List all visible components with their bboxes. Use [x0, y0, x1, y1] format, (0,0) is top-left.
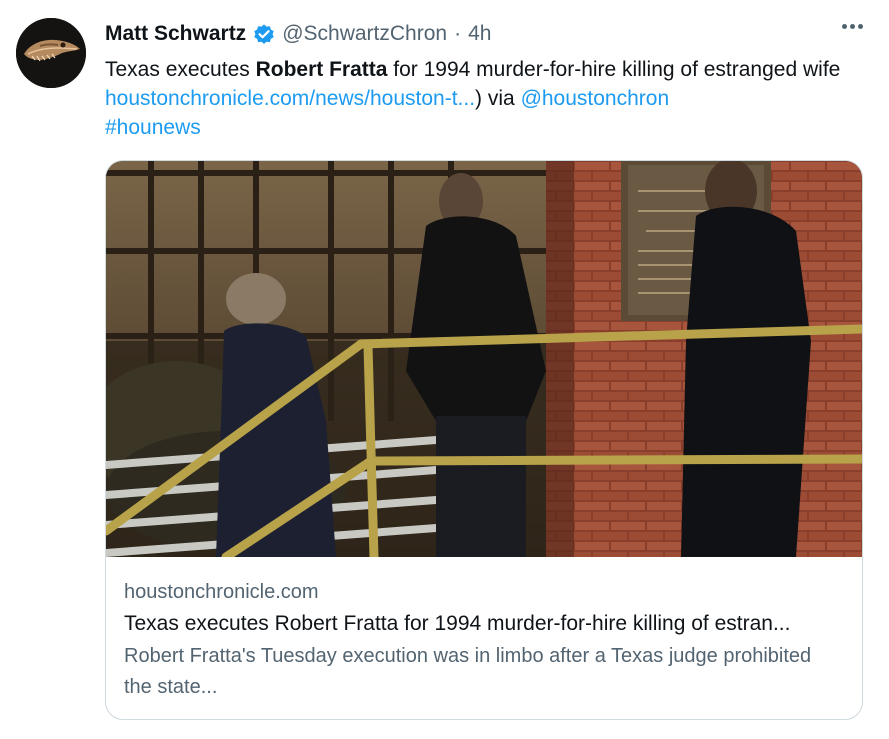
hashtag-link[interactable]: #hounews — [105, 116, 201, 139]
tweet-text-part3: ) via — [475, 87, 521, 110]
more-icon[interactable] — [842, 24, 863, 29]
verified-badge-icon — [252, 22, 276, 46]
tweet-text-part2: for 1994 murder-for-hire killing of estr… — [387, 58, 841, 81]
link-preview-card[interactable]: houstonchronicle.com Texas executes Robe… — [105, 160, 863, 720]
tweet-text-part1: Texas executes — [105, 58, 256, 81]
card-title: Texas executes Robert Fratta for 1994 mu… — [124, 612, 791, 635]
tweet[interactable]: Matt Schwartz @SchwartzChron · 4h Texas … — [0, 0, 889, 739]
avatar-image — [16, 18, 86, 88]
tweet-header: Matt Schwartz @SchwartzChron · 4h — [105, 20, 491, 48]
mention-link[interactable]: @houstonchron — [521, 87, 670, 110]
card-image[interactable] — [106, 161, 862, 557]
display-name[interactable]: Matt Schwartz — [105, 22, 246, 46]
tweet-text: Texas executes Robert Fratta for 1994 mu… — [105, 55, 865, 142]
card-photo — [106, 161, 862, 557]
user-handle[interactable]: @SchwartzChron — [282, 22, 447, 46]
tweet-text-bold: Robert Fratta — [255, 58, 388, 81]
separator-dot: · — [454, 22, 462, 45]
card-domain: houstonchronicle.com — [124, 581, 319, 603]
card-body: houstonchronicle.com Texas executes Robe… — [106, 557, 862, 703]
article-link[interactable]: houstonchronicle.com/news/houston-t... — [105, 87, 475, 110]
timestamp[interactable]: 4h — [468, 22, 491, 46]
card-description: Robert Fratta's Tuesday execution was in… — [124, 645, 812, 698]
avatar[interactable] — [16, 18, 86, 88]
